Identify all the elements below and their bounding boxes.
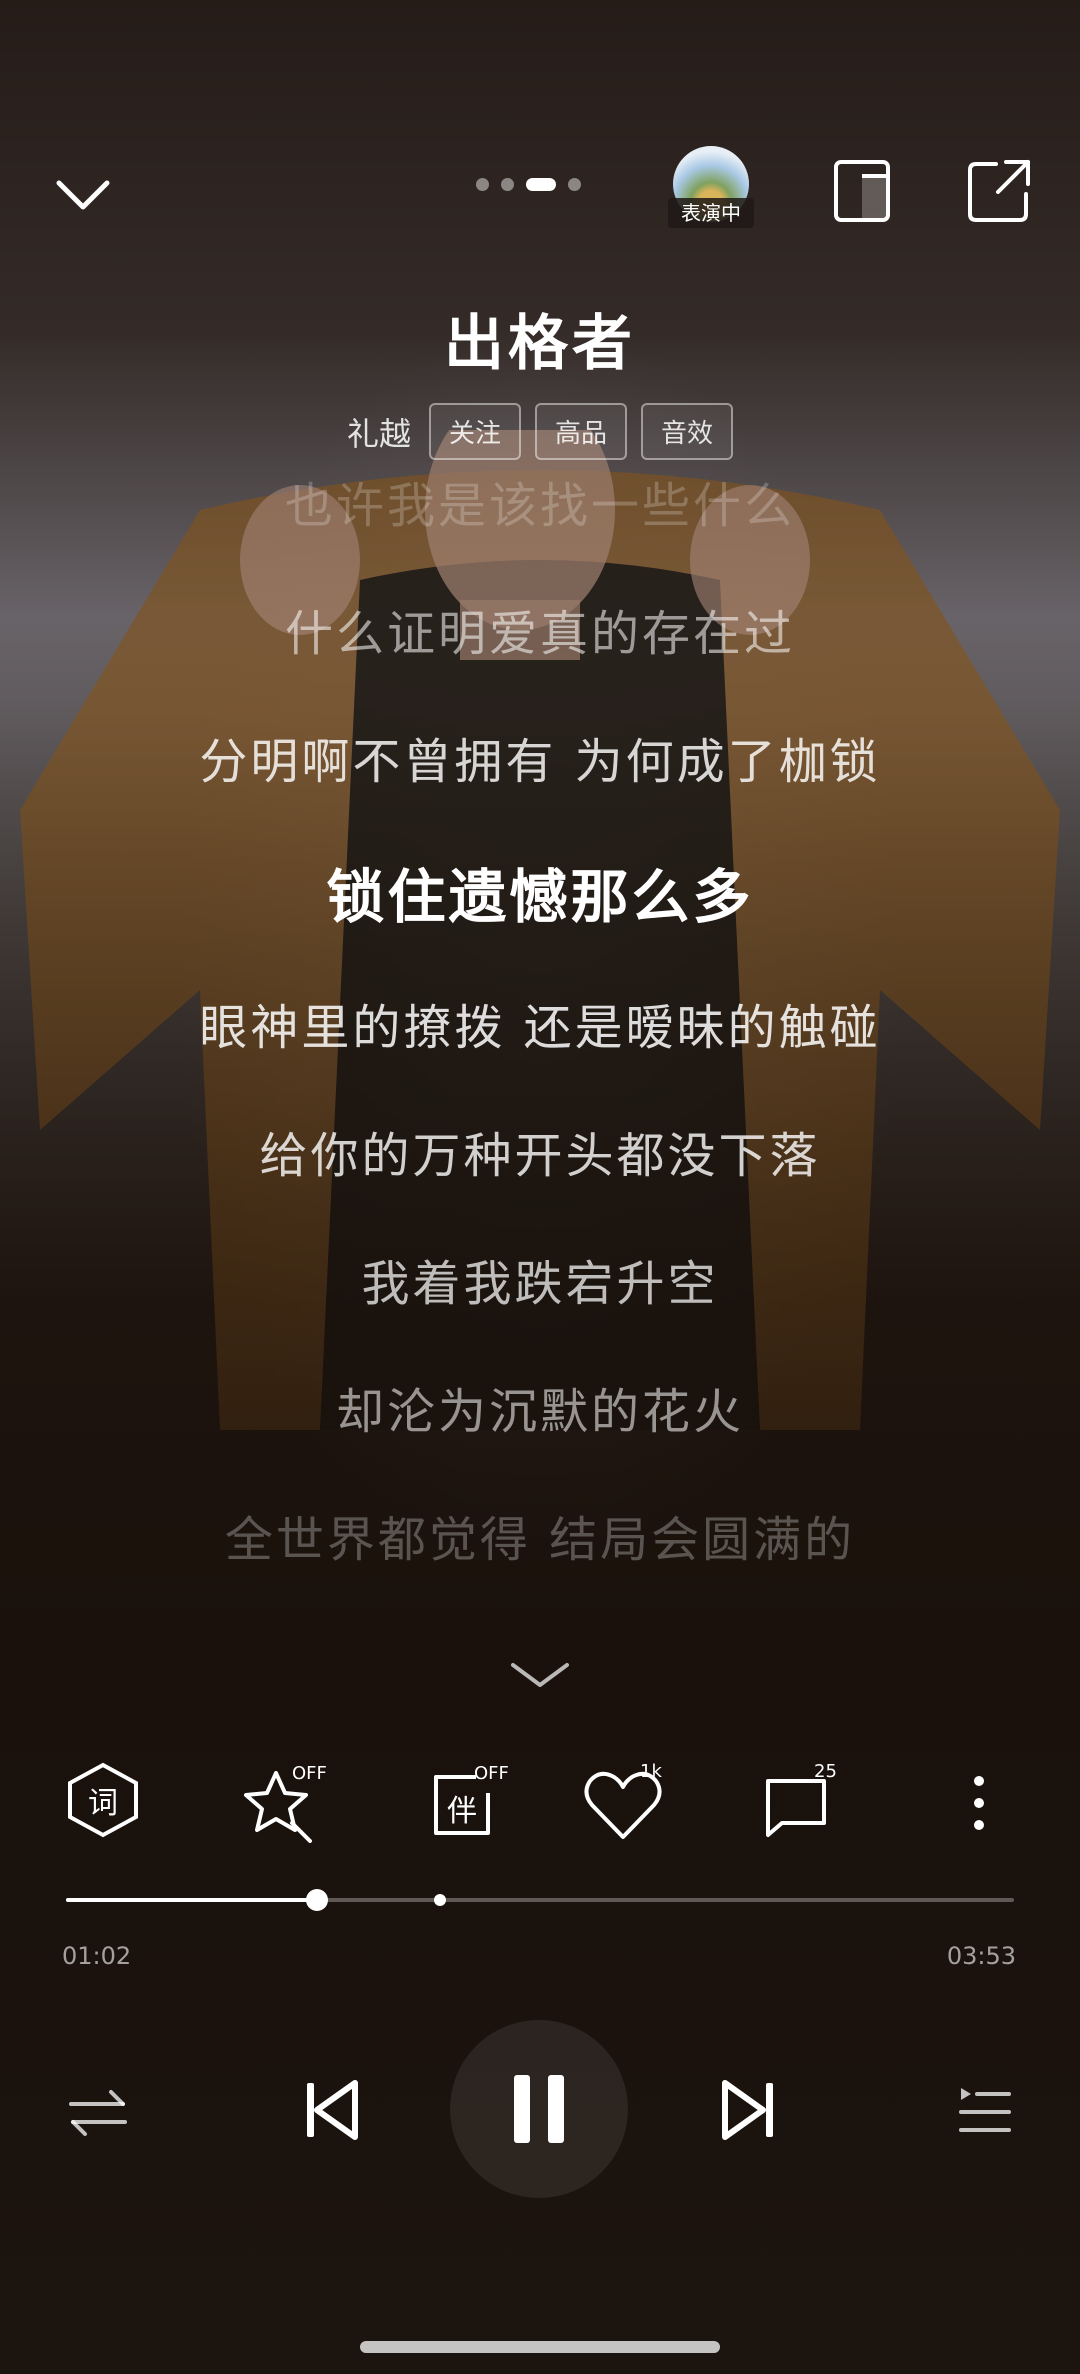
quality-tag[interactable]: 高品 (535, 403, 628, 460)
lyric-line[interactable]: 也许我是该找一些什么 (0, 466, 1080, 536)
song-title: 出格者 (444, 309, 636, 379)
more-button[interactable] (934, 1745, 1024, 1855)
lyric-line-current[interactable]: 锁住遗憾那么多 (0, 850, 1080, 934)
page-dot[interactable] (501, 178, 514, 191)
device-button[interactable] (828, 156, 898, 226)
home-indicator[interactable] (360, 2341, 720, 2353)
like-button[interactable]: 1k (578, 1745, 668, 1855)
lyric-line[interactable]: 什么证明爱真的存在过 (0, 594, 1080, 664)
lyric-line[interactable]: 全世界都觉得 结局会圆满的 (0, 1500, 1080, 1570)
device-icon (834, 160, 890, 222)
accompany-icon: 伴 (434, 1775, 490, 1835)
chevron-down-icon (511, 1663, 569, 1687)
next-icon (722, 2080, 773, 2140)
accompany-button[interactable]: 伴 OFF (420, 1745, 510, 1855)
next-button[interactable] (710, 2070, 790, 2150)
share-icon (968, 160, 1030, 222)
like-count: 1k (640, 1761, 662, 1782)
page-dot-active[interactable] (526, 178, 556, 191)
favorite-button[interactable]: OFF (236, 1745, 327, 1855)
function-row: 词 OFF 伴 OFF 1k 25 (0, 1745, 1080, 1865)
performing-avatar[interactable]: 表演中 (668, 146, 754, 232)
lyrics-button[interactable]: 词 (58, 1745, 148, 1855)
performing-badge: 表演中 (668, 198, 754, 228)
page-indicator[interactable] (476, 178, 581, 191)
page-dot[interactable] (476, 178, 489, 191)
comment-count: 25 (814, 1761, 837, 1782)
current-time: 01:02 (62, 1942, 132, 1970)
comment-button[interactable]: 25 (752, 1745, 842, 1855)
artist-name[interactable]: 礼越 (347, 409, 411, 455)
song-meta: 礼越 关注 高品 音效 (0, 403, 1080, 460)
accompany-status-badge: OFF (474, 1763, 509, 1784)
star-icon (244, 1771, 312, 1843)
sound-effect-tag[interactable]: 音效 (641, 403, 734, 460)
pause-icon (514, 2075, 564, 2143)
pause-button[interactable] (450, 2020, 628, 2198)
progress-fill (66, 1898, 318, 1902)
more-icon (974, 1776, 984, 1830)
total-time: 03:53 (946, 1942, 1016, 1970)
progress-thumb[interactable] (306, 1889, 329, 1911)
lyric-line[interactable]: 却沦为沉默的花火 (0, 1372, 1080, 1442)
follow-tag[interactable]: 关注 (428, 403, 521, 460)
lyric-line[interactable]: 给你的万种开头都没下落 (0, 1116, 1080, 1186)
playlist-icon (959, 2088, 1011, 2132)
lyrics-icon: 词 (68, 1762, 138, 1838)
lyrics-label: 词 (88, 1786, 118, 1821)
playlist-button[interactable] (942, 2072, 1022, 2152)
previous-icon (307, 2080, 358, 2140)
previous-button[interactable] (290, 2070, 370, 2150)
share-button[interactable] (964, 156, 1034, 226)
collapse-button[interactable] (48, 160, 118, 230)
top-bar: 表演中 (0, 140, 1080, 240)
lyric-line[interactable]: 眼神里的撩拨 还是暧昧的触碰 (0, 988, 1080, 1058)
shuffle-icon (69, 2090, 127, 2136)
favorite-status-badge: OFF (292, 1763, 327, 1784)
chevron-down-icon (56, 180, 110, 210)
progress-bar[interactable] (66, 1889, 1014, 1911)
expand-lyrics-button[interactable] (505, 1655, 575, 1695)
lyric-line[interactable]: 我着我跌宕升空 (0, 1244, 1080, 1314)
page-dot[interactable] (568, 178, 581, 191)
accompany-label: 伴 (447, 1794, 477, 1829)
lyric-line[interactable]: 分明啊不曾拥有 为何成了枷锁 (0, 722, 1080, 792)
highlight-marker[interactable] (434, 1894, 447, 1906)
playback-controls (0, 2020, 1080, 2200)
play-mode-button[interactable] (58, 2072, 138, 2152)
